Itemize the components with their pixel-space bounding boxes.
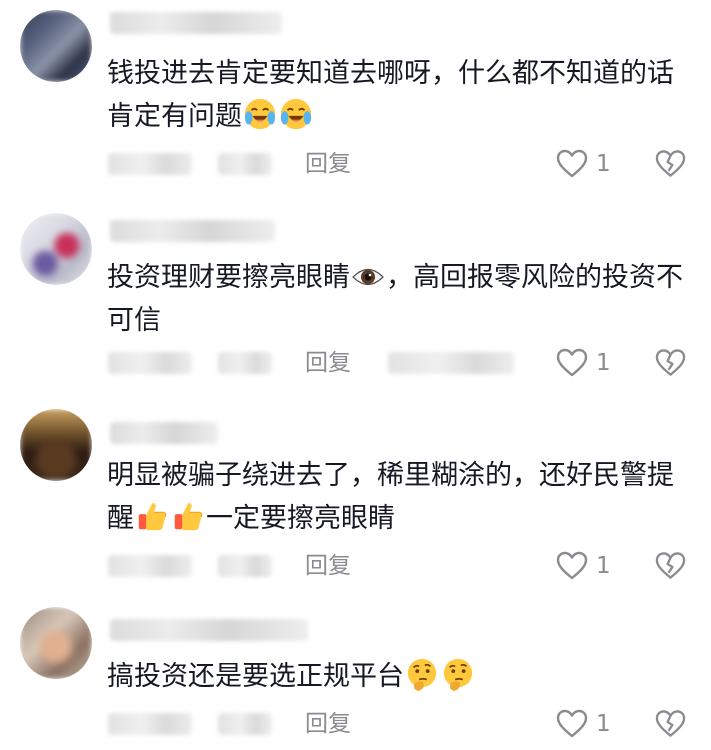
- location: [218, 713, 272, 735]
- reply-button[interactable]: 回复: [305, 348, 351, 378]
- like-count: 1: [596, 711, 611, 737]
- username[interactable]: [110, 422, 218, 444]
- comment-item: 明显被骗子绕进去了，稀里糊涂的，还好民警提醒 一定要擦亮眼睛 回复 1: [0, 405, 711, 600]
- avatar[interactable]: [20, 10, 92, 82]
- broken-heart-icon[interactable]: [655, 709, 686, 739]
- comment-body-start: 投资理财要擦亮眼睛: [107, 262, 350, 293]
- comment-text: 钱投进去肯定要知道去哪呀，什么都不知道的话肯定有问题: [107, 52, 697, 138]
- timestamp: [108, 153, 192, 175]
- author-reply-tag: [388, 352, 514, 374]
- heart-icon[interactable]: [556, 551, 588, 581]
- comment-text: 投资理财要擦亮眼睛 ，高回报零风险的投资不可信: [107, 256, 697, 342]
- timestamp: [108, 713, 192, 735]
- username[interactable]: [110, 220, 275, 242]
- username[interactable]: [110, 12, 282, 34]
- heart-icon[interactable]: [556, 709, 588, 739]
- username[interactable]: [110, 619, 308, 641]
- avatar[interactable]: [20, 213, 92, 285]
- like-count: 1: [596, 553, 611, 579]
- laughing-crying-emoji: [280, 98, 312, 130]
- avatar[interactable]: [20, 409, 92, 481]
- comment-body: 钱投进去肯定要知道去哪呀，什么都不知道的话肯定有问题: [107, 58, 674, 132]
- timestamp: [108, 555, 192, 577]
- thumbs-up-emoji: [138, 503, 167, 531]
- comment-text: 明显被骗子绕进去了，稀里糊涂的，还好民警提醒 一定要擦亮眼睛: [107, 454, 697, 540]
- like-count: 1: [596, 151, 611, 177]
- avatar[interactable]: [20, 607, 92, 679]
- broken-heart-icon[interactable]: [655, 348, 686, 378]
- comment-body-end: 一定要擦亮眼睛: [206, 503, 395, 534]
- comment-item: 钱投进去肯定要知道去哪呀，什么都不知道的话肯定有问题 回复 1: [0, 0, 711, 195]
- comment-body: 搞投资还是要选正规平台: [107, 661, 404, 692]
- laughing-crying-emoji: [244, 98, 276, 130]
- thumbs-up-emoji: [174, 503, 203, 531]
- timestamp: [108, 352, 192, 374]
- location: [218, 153, 272, 175]
- broken-heart-icon[interactable]: [655, 551, 686, 581]
- comment-item: 投资理财要擦亮眼睛 ，高回报零风险的投资不可信 回复 1: [0, 205, 711, 400]
- eye-emoji: [352, 268, 384, 286]
- reply-button[interactable]: 回复: [305, 551, 351, 581]
- heart-icon[interactable]: [556, 149, 588, 179]
- heart-icon[interactable]: [556, 348, 588, 378]
- reply-button[interactable]: 回复: [305, 149, 351, 179]
- thinking-emoji: [443, 658, 473, 691]
- comment-item: 搞投资还是要选正规平台 回复 1: [0, 603, 711, 750]
- broken-heart-icon[interactable]: [655, 149, 686, 179]
- comment-text: 搞投资还是要选正规平台: [107, 655, 697, 698]
- location: [218, 352, 272, 374]
- reply-button[interactable]: 回复: [305, 709, 351, 739]
- like-count: 1: [596, 350, 611, 376]
- thinking-emoji: [407, 658, 437, 691]
- location: [218, 555, 272, 577]
